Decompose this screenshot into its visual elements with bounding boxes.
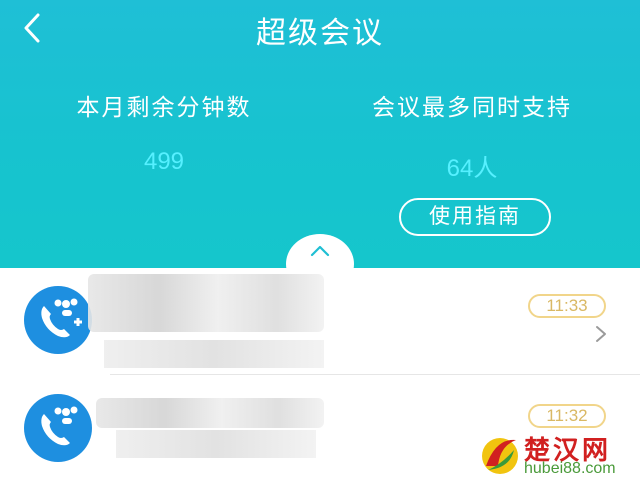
meeting-subtitle-redacted: [104, 340, 324, 368]
meeting-avatar: [24, 286, 92, 354]
meeting-subtitle-redacted: [116, 430, 316, 458]
watermark-url: hubei88.com: [524, 460, 616, 477]
meeting-title-redacted: [88, 274, 324, 332]
header: 超级会议 本月剩余分钟数 499 会议最多同时支持 64人 使用指南: [0, 0, 640, 268]
meeting-time-badge: 11:33: [528, 294, 606, 318]
remaining-minutes-label: 本月剩余分钟数: [76, 95, 252, 121]
chevron-right-icon[interactable]: [594, 324, 608, 344]
chevron-up-icon: [310, 245, 330, 257]
row-divider: [110, 374, 640, 375]
max-participants-stat: 会议最多同时支持 64人: [312, 88, 632, 183]
max-participants-label: 会议最多同时支持: [372, 95, 572, 121]
conference-call-icon: [41, 406, 78, 446]
remaining-minutes-value: 499: [143, 148, 185, 175]
user-guide-button[interactable]: 使用指南: [399, 198, 551, 236]
max-participants-value: 64人: [446, 155, 498, 182]
meeting-avatar: [24, 394, 92, 462]
remaining-minutes-stat: 本月剩余分钟数 499: [4, 88, 324, 176]
watermark-logo: 楚汉网 hubei88.com: [478, 430, 640, 482]
meeting-time-badge: 11:32: [528, 404, 606, 428]
conference-call-icon: [41, 298, 82, 338]
site-logo-icon: [482, 438, 518, 474]
meeting-title-redacted: [96, 398, 324, 428]
page-title: 超级会议: [256, 16, 384, 51]
